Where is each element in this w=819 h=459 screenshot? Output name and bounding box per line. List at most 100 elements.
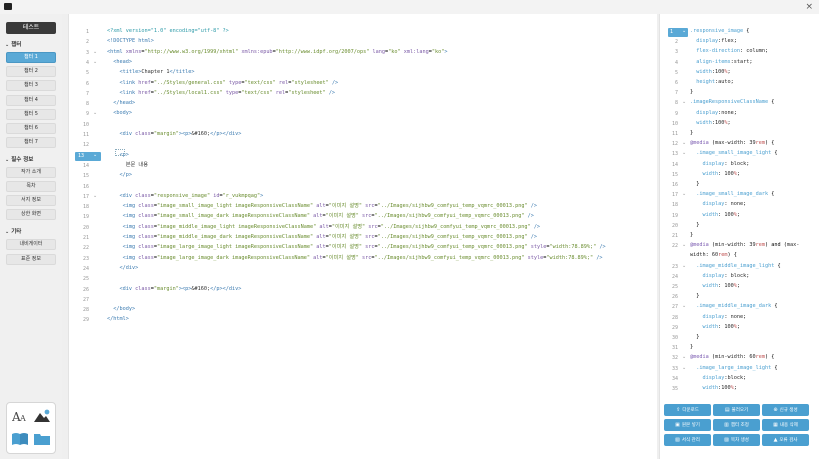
fold-toggle-icon[interactable]: ⌄	[93, 59, 97, 65]
sidebar-item-standard-info[interactable]: 표준 정보	[6, 254, 56, 265]
folder-open-button[interactable]: ▤ 불러오기	[713, 404, 760, 416]
code-line[interactable]: }	[690, 334, 699, 340]
code-line[interactable]: <div class="margin"><p>&#160;</p></div>	[107, 131, 242, 138]
code-line[interactable]: <img class="image_large_image_dark image…	[107, 255, 603, 262]
sidebar-item-chapter-7[interactable]: 챕터 7	[6, 137, 56, 148]
fold-toggle-icon[interactable]: ⌄	[93, 110, 97, 116]
code-line[interactable]: }	[690, 232, 693, 238]
code-line[interactable]: align-items:start;	[690, 59, 752, 65]
fold-toggle-icon[interactable]: ⌄	[682, 150, 686, 156]
code-line[interactable]: 본문 내용	[107, 162, 148, 169]
code-line[interactable]: </html>	[107, 316, 129, 323]
code-line[interactable]: display: none;	[690, 201, 747, 207]
code-line[interactable]: <div class="margin"><p>&#160;</p></div>	[107, 286, 242, 293]
css-editor[interactable]: 1 ⌄ .responsive_image {2 display:flex; 3 fl…	[659, 14, 819, 459]
fold-toggle-icon[interactable]: ⌄	[682, 303, 686, 309]
code-line[interactable]: <!DOCTYPE html>	[107, 38, 154, 45]
section-required-info[interactable]: ⌄ 필수 정보	[5, 157, 33, 164]
code-line[interactable]: .image_middle_image_light {	[690, 263, 780, 269]
code-line[interactable]: }	[690, 130, 693, 136]
code-line[interactable]: display: block;	[690, 273, 750, 279]
code-line[interactable]: </p>	[107, 172, 133, 179]
code-line[interactable]: .responsive_image {	[690, 28, 749, 34]
fold-toggle-icon[interactable]: ⌄	[682, 140, 686, 146]
code-line[interactable]: <body>	[107, 110, 132, 117]
html-editor[interactable]: 1 <?xml version="1.0" encoding="utf-8" ?>…	[68, 14, 657, 459]
fold-toggle-icon[interactable]: ⌄	[682, 99, 686, 105]
code-line[interactable]: width: 100%;	[690, 324, 741, 330]
chapter-button[interactable]: ▥ 챕터 조정	[713, 419, 760, 431]
fold-toggle-icon[interactable]: ⌄	[682, 263, 686, 269]
sidebar-item-chapter-4[interactable]: 챕터 4	[6, 95, 56, 106]
book-icon[interactable]	[11, 430, 29, 448]
code-line[interactable]: width: 60rem) {	[690, 252, 737, 258]
code-line[interactable]: <link href="../Styles/local1.css" type="…	[107, 90, 336, 97]
save-button[interactable]: ▣ 원본 넣기	[664, 419, 711, 431]
code-line[interactable]: <link href="../Styles/general.css" type=…	[107, 80, 339, 87]
delete-button[interactable]: ▦ 내용 삭제	[762, 419, 809, 431]
code-line[interactable]: <img class="image_small_image_dark image…	[107, 213, 534, 220]
fold-toggle-icon[interactable]: ⌄	[682, 191, 686, 197]
upload-button[interactable]: ⇪ 다운로드	[664, 404, 711, 416]
code-line[interactable]: display:none;	[690, 110, 737, 116]
fold-toggle-icon[interactable]: ⌄	[93, 193, 97, 199]
section-chapters[interactable]: ⌄ 챕터	[5, 42, 21, 49]
image-icon[interactable]	[33, 407, 51, 425]
fold-toggle-icon[interactable]: ⌄	[682, 28, 686, 34]
code-line[interactable]: display: block;	[690, 161, 750, 167]
new-project-button[interactable]: ⊕ 신규 생성	[762, 404, 809, 416]
code-line[interactable]: }	[690, 181, 699, 187]
code-line[interactable]: }	[690, 344, 693, 350]
code-line[interactable]: @media (min-width: 60rem) {	[690, 354, 774, 360]
code-line[interactable]: .imageResponsiveClassName {	[690, 99, 774, 105]
fold-toggle-icon[interactable]: ⌄	[682, 242, 686, 248]
code-line[interactable]: <head>	[107, 59, 132, 66]
code-line[interactable]: .image_large_image_light {	[690, 365, 777, 371]
code-line[interactable]: width:100%;	[690, 120, 730, 126]
code-line[interactable]: }	[690, 293, 699, 299]
code-line[interactable]: <img class="image_large_image_light imag…	[107, 244, 606, 251]
code-line[interactable]: width:100%;	[690, 69, 730, 75]
code-line[interactable]: <img class="image_small_image_light imag…	[107, 203, 537, 210]
sidebar-item-author[interactable]: 작가 소개	[6, 167, 56, 178]
sidebar-item-navigator[interactable]: 내비게이터	[6, 239, 56, 250]
code-line[interactable]: width: 100%;	[690, 283, 741, 289]
close-icon[interactable]: ×	[805, 1, 813, 13]
code-line[interactable]: <img class="image_middle_image_dark imag…	[107, 234, 537, 241]
style-button[interactable]: ▧ 서식 관리	[664, 434, 711, 446]
code-line[interactable]: width: 100%;	[690, 171, 741, 177]
code-line[interactable]: .image_small_image_dark {	[690, 191, 774, 197]
sidebar-item-bibliographic[interactable]: 서지 정보	[6, 195, 56, 206]
sidebar-item-display[interactable]: 상한 화면	[6, 209, 56, 220]
code-line[interactable]: <title>Chapter 1</title>	[107, 69, 195, 76]
font-icon[interactable]: AA	[11, 407, 29, 425]
toc-button[interactable]: ▨ 목차 생성	[713, 434, 760, 446]
section-etc[interactable]: ⌄ 기타	[5, 229, 21, 236]
code-line[interactable]: display:flex;	[690, 38, 737, 44]
test-button[interactable]: 테스트	[6, 22, 56, 34]
error-check-button[interactable]: ▲ 오류 검사	[762, 434, 809, 446]
sidebar-item-chapter-3[interactable]: 챕터 3	[6, 80, 56, 91]
fold-toggle-icon[interactable]: ⌄	[93, 152, 97, 158]
code-line[interactable]: .image_small_image_light {	[690, 150, 777, 156]
code-line[interactable]: </div>	[107, 265, 139, 272]
code-line[interactable]: width:100%;	[690, 385, 737, 391]
code-line[interactable]: </body>	[107, 306, 135, 313]
code-line[interactable]: <html xmlns="http://www.w3.org/1999/xhtm…	[107, 49, 448, 56]
code-line[interactable]: @media (max-width: 39rem) {	[690, 140, 774, 146]
code-line[interactable]: display: none;	[690, 314, 747, 320]
sidebar-item-chapter-6[interactable]: 챕터 6	[6, 123, 56, 134]
code-line[interactable]: </head>	[107, 100, 135, 107]
sidebar-item-chapter-1[interactable]: 챕터 1	[6, 52, 56, 63]
sidebar-item-toc[interactable]: 목차	[6, 181, 56, 192]
code-line[interactable]: .image_middle_image_dark {	[690, 303, 777, 309]
code-line[interactable]: display:block;	[690, 375, 747, 381]
code-line[interactable]: @media (min-width: 39rem) and (max-	[690, 242, 799, 248]
code-line[interactable]: }	[690, 222, 699, 228]
fold-toggle-icon[interactable]: ⌄	[682, 365, 686, 371]
code-line[interactable]: height:auto;	[690, 79, 734, 85]
code-line[interactable]: <div class="responsive_image" id="r_vukm…	[107, 193, 264, 200]
code-line[interactable]: <?xml version="1.0" encoding="utf-8" ?>	[107, 28, 229, 35]
code-line[interactable]: flex-direction: column;	[690, 48, 768, 54]
folder-icon[interactable]	[33, 430, 51, 448]
